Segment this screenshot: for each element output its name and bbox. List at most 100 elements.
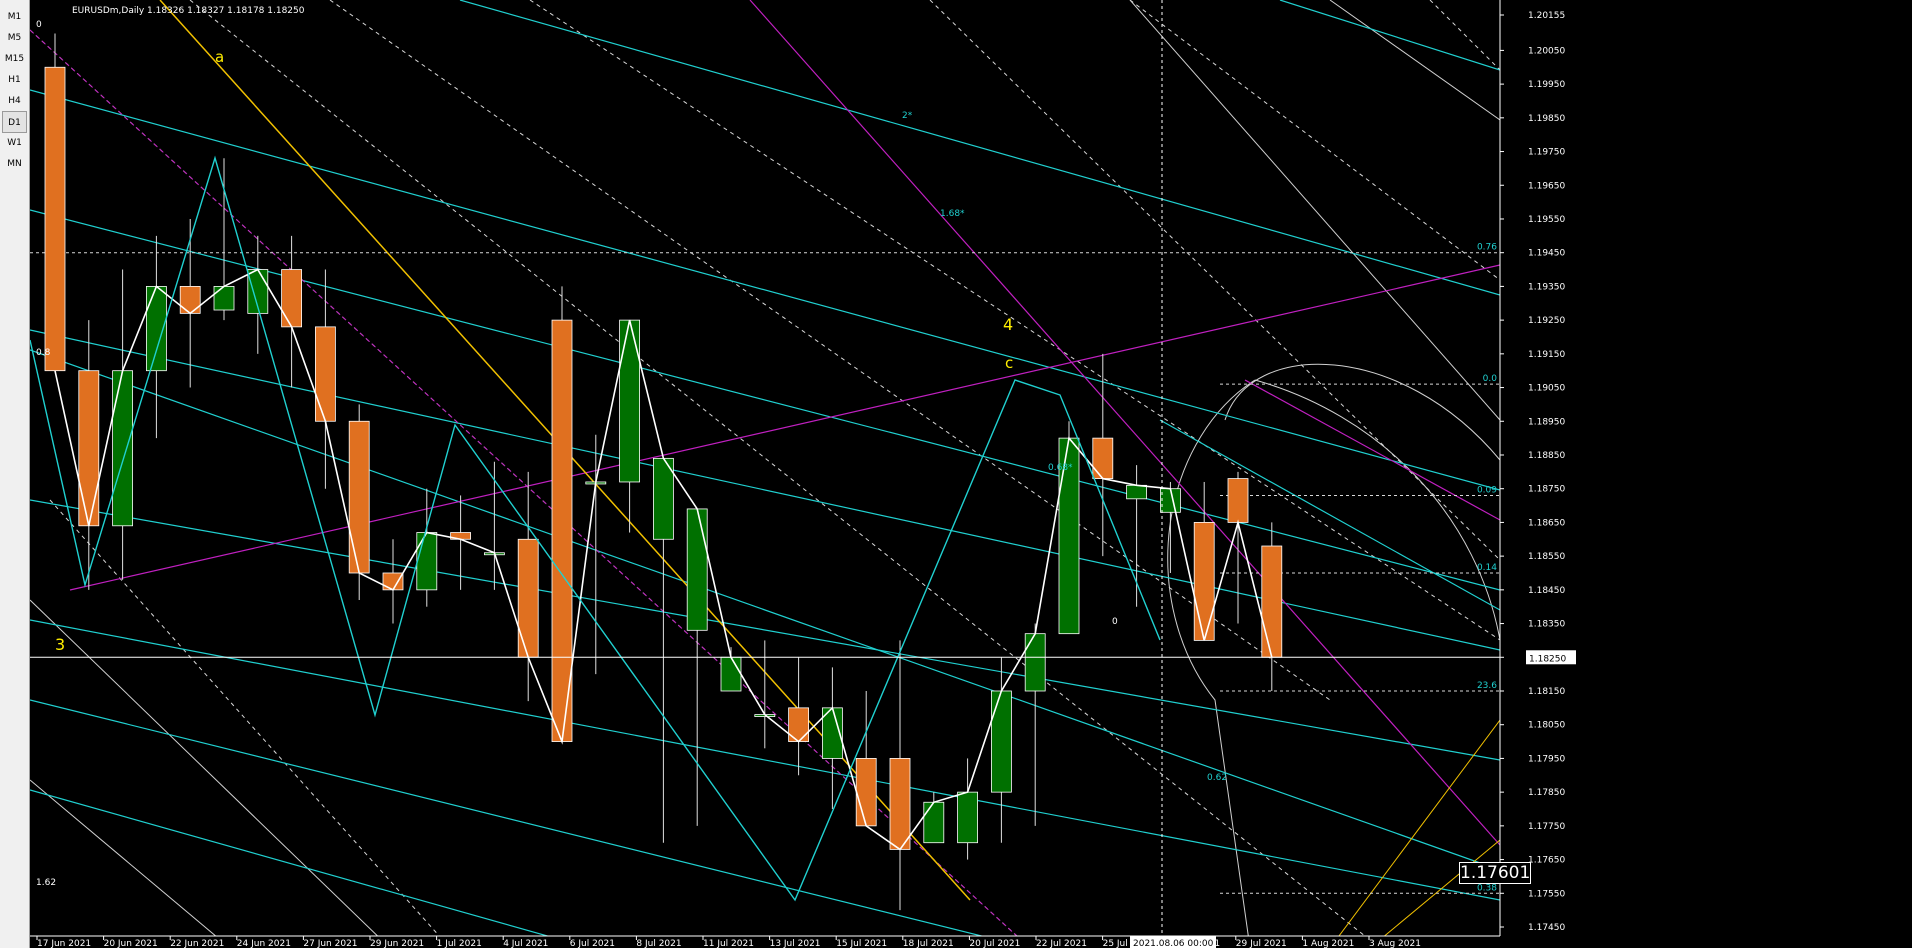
timeframe-d1-button[interactable]: D1 [2, 111, 27, 133]
price-tick-label: 1.17850 [1528, 788, 1565, 798]
candle-bullish [1024, 633, 1046, 692]
fan-line [30, 699, 985, 936]
price-tick-label: 1.19650 [1528, 181, 1565, 191]
date-tick-label: 1 Jul 2021 [437, 939, 482, 948]
candle-bearish [889, 758, 911, 850]
candle-bearish [179, 286, 201, 314]
candle-bearish [517, 538, 539, 658]
fan-line [459, 0, 1500, 296]
wave-label-a: a [215, 48, 224, 66]
price-tick-label: 1.19850 [1528, 114, 1565, 124]
price-tick-label: 1.19150 [1528, 350, 1565, 360]
price-tick-label: 1.18050 [1528, 721, 1565, 731]
timeframe-h4-button[interactable]: H4 [2, 90, 27, 112]
zigzag-wave-line [30, 155, 1161, 902]
pitchfork-median-line [749, 0, 1500, 846]
date-tick-label: 20 Jun 2021 [104, 939, 158, 948]
fib-level-label: 0.14 [1477, 563, 1497, 573]
price-tick-label: 1.18850 [1528, 451, 1565, 461]
fib-level-label: 0.38 [1477, 883, 1497, 893]
candle-bullish [720, 656, 742, 692]
fib-level-label: 0.76 [1477, 243, 1497, 253]
price-chart[interactable]: a 3 4 c 0.76 0.0 0.09 0.14 23.6 0.62 0.38 2* 1.68* 0.… [30, 0, 1912, 948]
wave-label-4: 4 [1003, 315, 1013, 334]
price-tick-label: 1.19950 [1528, 80, 1565, 90]
candle-bearish [314, 326, 336, 422]
yellow-trend-line [1383, 839, 1500, 936]
price-tick-label: 1.20155 [1528, 11, 1565, 21]
date-tick-label: 3 Aug 2021 [1369, 939, 1421, 948]
timeframe-h1-button[interactable]: H1 [2, 69, 27, 91]
candle-bearish [1092, 437, 1114, 479]
price-tick-label: 1.18450 [1528, 586, 1565, 596]
candle-bearish [78, 370, 100, 527]
price-tick-label: 1.18650 [1528, 518, 1565, 528]
fib-level-label: 23.6 [1477, 681, 1497, 691]
chart-canvas[interactable]: a 3 4 c 0.76 0.0 0.09 0.14 23.6 0.62 0.38 2* 1.68* 0.… [30, 0, 1912, 948]
fan-label-168x: 1.68* [940, 209, 965, 219]
date-tick-label: 11 Jul 2021 [703, 939, 754, 948]
wave-label-3: 3 [55, 635, 65, 654]
candle-bearish [551, 319, 573, 742]
candle-bearish [44, 66, 66, 372]
date-tick-label: 13 Jul 2021 [770, 939, 821, 948]
date-tick-label: 24 Jun 2021 [237, 939, 291, 948]
timeframe-toolbar: M1 M5 M15 H1 H4 D1 W1 MN [0, 0, 30, 948]
price-tick-label: 1.18350 [1528, 620, 1565, 630]
fib-arc [1254, 379, 1500, 641]
price-tick-label: 1.19750 [1528, 148, 1565, 158]
dashed-fan-line [929, 0, 1500, 561]
price-tick-label: 1.18150 [1528, 687, 1565, 697]
candle-bearish [1227, 478, 1249, 523]
price-tick-label: 1.18950 [1528, 417, 1565, 427]
candle-bearish [1193, 522, 1215, 641]
drawing-layer [30, 0, 1500, 936]
price-tick-label: 1.19450 [1528, 249, 1565, 259]
timeframe-m15-button[interactable]: M15 [2, 48, 27, 70]
candle-bullish [991, 690, 1012, 793]
fan-label-0: 0 [1112, 617, 1118, 627]
fib-circle [1224, 363, 1500, 461]
date-tick-label: 27 Jun 2021 [303, 939, 357, 948]
candle-bearish [1261, 545, 1283, 658]
price-tick-label: 1.17550 [1528, 889, 1565, 899]
solid-gann-line [1329, 0, 1500, 121]
price-tick-label: 1.18550 [1528, 552, 1565, 562]
candle-bullish [653, 457, 674, 540]
date-tick-label: 18 Jul 2021 [903, 939, 954, 948]
dashed-fan-line [1129, 0, 1500, 281]
date-tick-label: 15 Jul 2021 [836, 939, 887, 948]
wave-label-c: c [1005, 354, 1013, 372]
dashed-fan-line [1429, 0, 1500, 71]
fan-label-068x: 0.68* [1048, 463, 1073, 473]
date-tick-label: 17 Jun 2021 [37, 939, 91, 948]
candle-bearish [348, 420, 370, 574]
fib-level-label: 0.62 [1207, 773, 1227, 783]
price-tick-label: 1.18750 [1528, 485, 1565, 495]
corner-label-08: 0.8 [36, 348, 51, 358]
candle-bullish [112, 370, 133, 527]
symbol-info: EURUSDm,Daily 1.18326 1.18327 1.18178 1.… [72, 6, 305, 16]
candle-bullish [686, 508, 708, 631]
candle-bearish [855, 758, 877, 827]
date-tick-label: 22 Jun 2021 [170, 939, 224, 948]
date-tick-label: 29 Jun 2021 [370, 939, 424, 948]
date-tick-label: 29 Jul 2021 [1236, 939, 1287, 948]
price-tick-label: 1.17650 [1528, 856, 1565, 866]
pitchfork-handle-line [1244, 379, 1500, 521]
timeframe-mn-button[interactable]: MN [2, 153, 27, 175]
fib-level-label: 0.09 [1477, 485, 1497, 495]
current-price-tag-label: 1.18250 [1529, 654, 1566, 664]
fan-line [30, 209, 1500, 591]
candle-bullish [619, 319, 640, 483]
date-tick-label: 8 Jul 2021 [636, 939, 681, 948]
timeframe-m1-button[interactable]: M1 [2, 6, 27, 28]
date-tick-label: 20 Jul 2021 [969, 939, 1020, 948]
solid-gann-line [1129, 0, 1500, 421]
date-tick-label: 22 Jul 2021 [1036, 939, 1087, 948]
fan-label-162: 1.62 [36, 878, 56, 888]
timeframe-w1-button[interactable]: W1 [2, 132, 27, 154]
price-tick-label: 1.17950 [1528, 754, 1565, 764]
price-tick-label: 1.20050 [1528, 46, 1565, 56]
timeframe-m5-button[interactable]: M5 [2, 27, 27, 49]
